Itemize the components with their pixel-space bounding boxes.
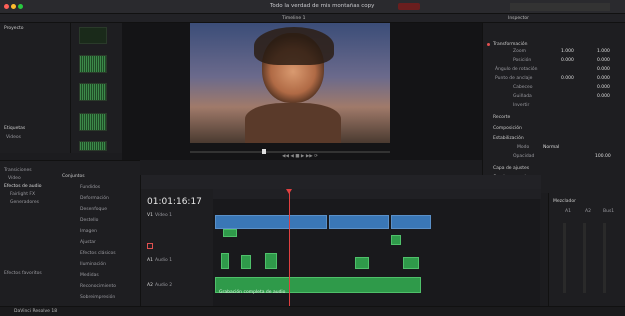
- composite-mode-select[interactable]: Normal: [543, 145, 559, 150]
- inspector-label: Inspector: [508, 16, 529, 21]
- audio-clip[interactable]: [391, 235, 401, 245]
- shoulders: [245, 103, 341, 143]
- list-item[interactable]: [79, 141, 107, 151]
- page-tabs[interactable]: [240, 309, 440, 315]
- maximize-window-icon[interactable]: [18, 4, 23, 9]
- scrubber[interactable]: [190, 151, 390, 153]
- sidebar-item[interactable]: Videos: [6, 135, 21, 140]
- track-label-a2: A2: [147, 283, 153, 288]
- audio-clip[interactable]: [355, 257, 369, 269]
- list-item[interactable]: [79, 83, 107, 101]
- list-item[interactable]: Efectos clásicos: [80, 251, 116, 256]
- list-item[interactable]: [79, 55, 107, 73]
- toolbar: Timeline 1 Inspector: [0, 14, 625, 23]
- opacity-value[interactable]: 100.00: [595, 154, 611, 159]
- minimize-window-icon[interactable]: [11, 4, 16, 9]
- record-icon[interactable]: [147, 243, 153, 249]
- opacity-label: Opacidad: [513, 154, 535, 159]
- app-name: DaVinci Resolve 18: [14, 309, 58, 314]
- mixer: Mezclador A1 A2 Bus1: [548, 193, 625, 306]
- timeline-ruler[interactable]: [213, 189, 541, 199]
- timeline-toolbar[interactable]: [141, 175, 541, 189]
- video-clip[interactable]: [215, 215, 327, 229]
- mixer-channel: Bus1: [603, 209, 615, 214]
- list-item[interactable]: Imagen: [80, 229, 97, 234]
- composite-mode-label: Modo: [517, 145, 530, 150]
- fx-footer[interactable]: Efectos favoritos: [4, 271, 42, 276]
- section-header[interactable]: Recorte: [493, 115, 510, 120]
- list-item[interactable]: Medidas: [80, 273, 99, 278]
- fx-tree-item[interactable]: Generadores: [10, 200, 39, 205]
- sidebar-title: Proyecto: [4, 26, 24, 31]
- hair: [254, 27, 334, 65]
- track-name-v1: Vídeo 1: [155, 213, 173, 218]
- fader[interactable]: [583, 223, 586, 293]
- fx-tree-item[interactable]: Transiciones: [4, 168, 32, 173]
- inspector-tabs[interactable]: [491, 25, 621, 39]
- mixer-title: Mezclador: [553, 199, 576, 204]
- audio-clip[interactable]: [265, 253, 277, 269]
- transport-controls[interactable]: ◀◀ ◀ ■ ▶ ▶▶ ⟳: [282, 154, 318, 159]
- audio-clip[interactable]: [403, 257, 419, 269]
- list-item[interactable]: Reconocimiento: [80, 284, 116, 289]
- transform-rows: Zoom 1.000 1.000 Posición 0.000 0.000 Ángulo…: [495, 49, 610, 108]
- audio-clip[interactable]: [221, 253, 229, 269]
- section-header[interactable]: Transformación: [493, 42, 527, 47]
- playhead[interactable]: [289, 189, 290, 306]
- mixer-channel: A1: [565, 209, 571, 214]
- list-item[interactable]: Deformación: [80, 196, 109, 201]
- fx-list: Fundidos Deformación Desenfoque Destello…: [60, 183, 138, 305]
- list-item[interactable]: Desenfoque: [80, 207, 107, 212]
- list-item[interactable]: Fundidos: [80, 185, 100, 190]
- fader[interactable]: [563, 223, 566, 293]
- sidebar-item[interactable]: Etiquetas: [4, 126, 25, 131]
- track-name-a2: Audio 2: [155, 283, 173, 288]
- track-label-v1: V1: [147, 213, 153, 218]
- edited-badge: [398, 3, 420, 10]
- list-item[interactable]: Sobreimpresión: [80, 295, 115, 300]
- mixer-channel: A2: [585, 209, 591, 214]
- fader[interactable]: [603, 223, 606, 293]
- scrubber-handle[interactable]: [262, 149, 266, 154]
- close-window-icon[interactable]: [4, 4, 9, 9]
- section-header[interactable]: Estabilización: [493, 136, 524, 141]
- fx-tree-item[interactable]: Fairlight FX: [10, 192, 35, 197]
- audio-clip[interactable]: [223, 229, 237, 237]
- playhead-handle-icon[interactable]: [286, 189, 292, 194]
- inspector: Transformación Zoom 1.000 1.000 Posición 0.…: [482, 23, 625, 193]
- timeline-tab[interactable]: Timeline 1: [282, 16, 305, 21]
- effects-library: Transiciones Vídeo Efectos de audio Fair…: [0, 160, 140, 306]
- video-clip[interactable]: [329, 215, 389, 229]
- track-name-a1: Audio 1: [155, 258, 173, 263]
- video-frame: [190, 23, 390, 143]
- viewer: ◀◀ ◀ ■ ▶ ▶▶ ⟳: [122, 23, 482, 160]
- list-item[interactable]: Iluminación: [80, 262, 106, 267]
- enabled-dot-icon[interactable]: [487, 43, 490, 46]
- footer: DaVinci Resolve 18: [0, 306, 625, 316]
- fx-tree-item[interactable]: Efectos de audio: [4, 184, 42, 189]
- list-item[interactable]: Ajustar: [80, 240, 96, 245]
- clip-name: Grabación completa de audio: [219, 290, 286, 295]
- sidebar: Proyecto Etiquetas Videos: [0, 23, 70, 153]
- video-clip[interactable]: [391, 215, 431, 229]
- top-right-panels[interactable]: [510, 3, 610, 11]
- list-item[interactable]: [79, 113, 107, 131]
- timeline: 01:01:16:17 V1 Vídeo 1 A1 Audio 1 A2 Aud…: [140, 175, 541, 306]
- media-pool: [70, 23, 122, 153]
- list-item[interactable]: Destello: [80, 218, 98, 223]
- project-title: Todo la verdad de mis montañas copy: [270, 3, 375, 9]
- section-header[interactable]: Composición: [493, 126, 522, 131]
- fx-tree-item[interactable]: Vídeo: [8, 176, 21, 181]
- section-header[interactable]: Capa de ajustes: [493, 166, 529, 171]
- audio-clip[interactable]: [241, 255, 251, 269]
- list-item[interactable]: [79, 27, 107, 44]
- fx-title: Conjuntos: [62, 174, 85, 179]
- title-bar: Todo la verdad de mis montañas copy: [0, 0, 625, 14]
- timeline-timecode: 01:01:16:17: [147, 197, 202, 207]
- track-label-a1: A1: [147, 258, 153, 263]
